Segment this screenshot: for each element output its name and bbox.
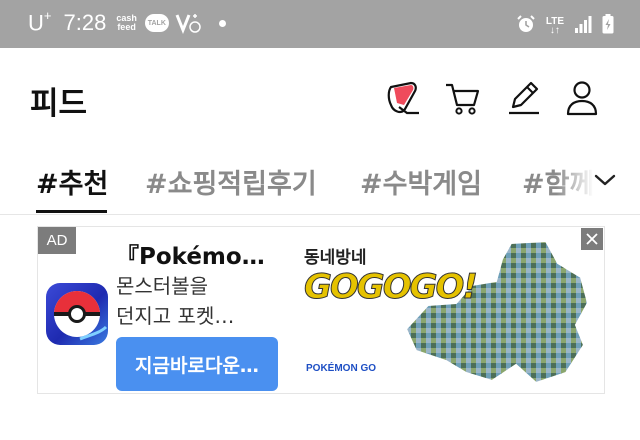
- banner-text: 동네방네: [304, 248, 367, 268]
- banner-slogan: GOGOGO!: [304, 267, 479, 308]
- kakaotalk-icon: TALK: [144, 14, 169, 33]
- tab-shopping-review[interactable]: #쇼핑적립후기: [145, 162, 317, 201]
- tabs-expand-button[interactable]: [590, 168, 620, 192]
- close-icon: [586, 233, 598, 245]
- cart-icon: [446, 83, 480, 115]
- sticker-icon: [387, 81, 419, 115]
- ad-card[interactable]: AD 『Pokémo… 몬스터볼을 던지고 포켓… 지금바로다운… 동네방네 G…: [37, 226, 605, 394]
- pokemon-go-logo: POKÉMON GO: [306, 363, 377, 374]
- ad-banner-image[interactable]: 동네방네 GOGOGO! POKÉMON GO: [296, 233, 596, 391]
- download-button[interactable]: 지금바로다운…: [116, 337, 278, 391]
- tabs-divider: [0, 214, 640, 215]
- pokeball-icon: [54, 291, 108, 341]
- battery-icon: [602, 14, 614, 38]
- signal-icon: [574, 15, 592, 37]
- tab-recommended[interactable]: #추천: [36, 162, 108, 201]
- tab-watermelon-game[interactable]: #수박게임: [360, 162, 482, 201]
- chevron-down-icon: [594, 174, 616, 186]
- clock: 7:28: [63, 10, 107, 36]
- active-tab-indicator: [36, 210, 107, 213]
- ad-badge: AD: [38, 227, 76, 254]
- status-bar-left: U+ 7:28 cash feed TALK: [28, 8, 226, 36]
- app-icon[interactable]: [46, 283, 108, 345]
- sticker-button[interactable]: [384, 78, 424, 118]
- carrier-label: U+: [28, 8, 52, 36]
- page-title: 피드: [30, 86, 88, 122]
- ad-title[interactable]: 『Pokémo…: [116, 237, 265, 271]
- profile-button[interactable]: [562, 78, 602, 118]
- cashfeed-icon: cash feed: [116, 13, 137, 33]
- status-bar-right: LTE ↓↑: [516, 14, 614, 38]
- v3-icon: [175, 12, 201, 35]
- lte-icon: LTE ↓↑: [545, 16, 564, 36]
- alarm-icon: [516, 14, 536, 38]
- category-tabs: #추천 #쇼핑적립후기 #수박게임 #함께걷기: [0, 148, 640, 214]
- notification-dot-icon: [218, 19, 226, 27]
- status-bar: U+ 7:28 cash feed TALK LTE ↓↑: [0, 0, 640, 48]
- pencil-icon: [509, 81, 539, 115]
- ad-description: 몬스터볼을 던지고 포켓…: [116, 274, 235, 328]
- ad-close-button[interactable]: [581, 228, 603, 250]
- app-header: 피드: [0, 48, 640, 148]
- cart-button[interactable]: [442, 78, 482, 118]
- user-icon: [566, 81, 598, 116]
- write-button[interactable]: [504, 78, 544, 118]
